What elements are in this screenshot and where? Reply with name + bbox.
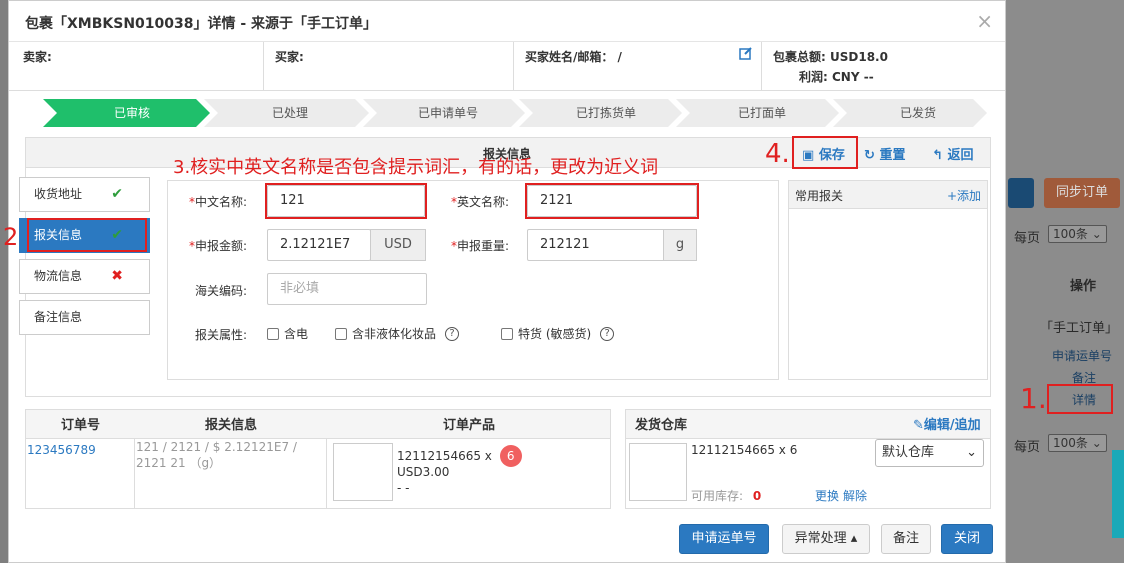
- attr-sensitive-checkbox[interactable]: 特货 (敏感货)?: [501, 325, 615, 342]
- warehouse-header: 发货仓库: [635, 418, 688, 433]
- add-common-customs-link[interactable]: +添加: [947, 187, 981, 204]
- weight-label: *申报重量:: [450, 239, 509, 253]
- bg-sync-order-button: 同步订单: [1044, 178, 1120, 208]
- remove-link[interactable]: 解除: [843, 487, 867, 504]
- help-icon: ?: [600, 326, 615, 341]
- annotation-box-detail: [1047, 384, 1113, 414]
- bg-per-page-label-2: 每页: [1014, 440, 1041, 455]
- status-steps: 已审核 已处理 已申请单号 已打拣货单 已打面单 已发货: [43, 99, 987, 127]
- attr-battery-checkbox[interactable]: 含电: [267, 325, 308, 342]
- common-customs-label: 常用报关: [795, 189, 844, 203]
- edit-icon[interactable]: [739, 46, 753, 63]
- refresh-icon: ↻: [864, 148, 875, 163]
- back-arrow-icon: ↰: [932, 148, 943, 163]
- annotation-step2: 2: [3, 223, 19, 251]
- weight-input[interactable]: 212121: [527, 229, 665, 261]
- bg-ops-header: 操作: [1070, 279, 1097, 294]
- annotation-box-save: [792, 136, 858, 169]
- step-picklist-printed: 已打拣货单: [575, 106, 636, 120]
- bg-apply-tracking-link: 申请运单号: [1052, 349, 1113, 363]
- close-button[interactable]: 关闭: [941, 524, 993, 554]
- modal-title: 包裹「XMBKSN010038」详情 - 来源于「手工订单」: [25, 16, 378, 32]
- help-icon: ?: [445, 326, 460, 341]
- step-shipped: 已发货: [899, 106, 936, 120]
- annotation-step3: 3.核实中英文名称是否包含提示词汇，有的话，更改为近义词: [173, 157, 659, 178]
- en-name-label: *英文名称:: [450, 195, 509, 209]
- annotation-step1: 1.: [1020, 382, 1047, 415]
- package-total: 包裹总额: USD18.0: [773, 50, 888, 64]
- buyer-name-email: 买家姓名/邮箱： /: [525, 50, 622, 64]
- tab-notes-info[interactable]: 备注信息: [19, 300, 150, 335]
- tab-logistics-info[interactable]: 物流信息 ✖: [19, 259, 150, 294]
- amount-label: *申报金额:: [188, 239, 247, 253]
- warehouse-edit-link[interactable]: ✎编辑/追加: [913, 414, 981, 433]
- seller-label: 卖家:: [23, 50, 52, 64]
- bg-source-tag: 「手工订单」: [1040, 321, 1119, 336]
- order-product-header: 订单产品: [443, 418, 496, 433]
- check-icon: ✔: [111, 186, 123, 202]
- exception-button[interactable]: 异常处理 ▴: [782, 524, 870, 554]
- weight-unit-addon: g: [663, 229, 697, 261]
- tab-shipping-address[interactable]: 收货地址 ✔: [19, 177, 150, 212]
- annotation-box-cn-name: [265, 183, 427, 219]
- annotation-step4: 4.: [765, 139, 790, 169]
- bg-per-page-select: 100条 ⌄: [1048, 225, 1107, 243]
- annotation-box-en-name: [525, 183, 699, 219]
- back-button[interactable]: ↰ 返回: [932, 144, 973, 163]
- bg-blue-button: [1008, 178, 1034, 208]
- background-right-panel: [1004, 0, 1124, 563]
- product-extra: - -: [397, 481, 410, 495]
- customs-attr-label: 报关属性:: [194, 328, 247, 342]
- close-icon[interactable]: ×: [976, 9, 993, 33]
- edit-icon: ✎: [913, 418, 924, 433]
- package-detail-modal: 包裹「XMBKSN010038」详情 - 来源于「手工订单」 × 卖家: 买家:…: [3, 0, 1006, 563]
- attr-cosmetic-checkbox[interactable]: 含非液体化妆品?: [335, 325, 460, 342]
- bg-per-page-label: 每页: [1014, 231, 1041, 246]
- customs-summary: 121 / 2121 / $ 2.12121E7 / 2121 21 （g）: [136, 440, 297, 470]
- warehouse-stock: 可用库存: 0: [691, 489, 762, 503]
- cross-icon: ✖: [111, 268, 123, 284]
- amount-currency-addon: USD: [370, 229, 426, 261]
- step-audited: 已审核: [113, 106, 150, 120]
- step-applied-tracking: 已申请单号: [417, 106, 478, 120]
- reset-button[interactable]: ↻ 重置: [864, 144, 905, 163]
- product-thumbnail: [333, 443, 393, 501]
- bg-side-widget: [1112, 450, 1124, 538]
- warehouse-product-thumbnail: [629, 443, 687, 501]
- warehouse-sku-line: 12112154665 x 6: [691, 443, 798, 457]
- modal-header: 包裹「XMBKSN010038」详情 - 来源于「手工订单」 ×: [9, 1, 1005, 42]
- note-button[interactable]: 备注: [881, 524, 931, 554]
- cn-name-label: *中文名称:: [188, 195, 247, 209]
- order-info-row: 卖家: 买家: 买家姓名/邮箱： / 包裹总额: USD18.0 利润: CNY…: [9, 42, 1005, 91]
- step-processed: 已处理: [271, 106, 308, 120]
- bg-per-page-select-2: 100条 ⌄: [1048, 434, 1107, 452]
- annotation-box-customs-tab: [27, 218, 147, 252]
- buyer-label: 买家:: [275, 50, 304, 64]
- order-no-header: 订单号: [61, 418, 101, 433]
- hs-code-label: 海关编码:: [194, 284, 247, 298]
- customs-info-header: 报关信息: [205, 418, 258, 433]
- hs-code-input[interactable]: 非必填: [267, 273, 427, 305]
- amount-input[interactable]: 2.12121E7: [267, 229, 371, 261]
- qty-badge: 6: [499, 445, 522, 467]
- replace-link[interactable]: 更换: [815, 487, 839, 504]
- profit: 利润: CNY --: [799, 70, 874, 84]
- step-label-printed: 已打面单: [737, 106, 786, 120]
- product-price: USD3.00: [397, 465, 450, 479]
- chevron-down-icon: ⌄: [966, 445, 977, 460]
- common-customs-panel: 常用报关 +添加: [788, 180, 988, 380]
- apply-tracking-button[interactable]: 申请运单号: [679, 524, 769, 554]
- product-sku: 12112154665 x 6: [397, 445, 522, 467]
- warehouse-select[interactable]: 默认仓库 ⌄: [875, 439, 984, 467]
- order-no-link[interactable]: 123456789: [27, 443, 96, 457]
